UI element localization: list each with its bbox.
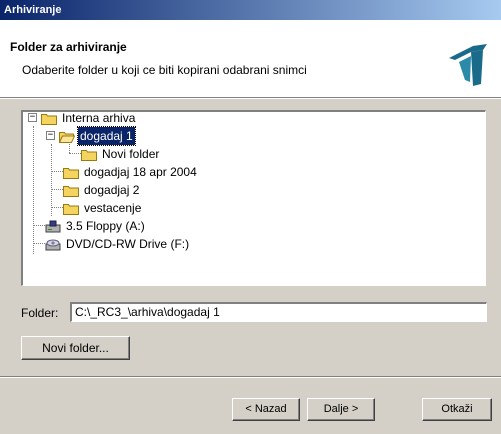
tree-item-dogadaj-1[interactable]: dogadaj 1 (59, 126, 136, 146)
cancel-button[interactable]: Otkaži (422, 398, 492, 421)
folder-open-icon (59, 131, 75, 143)
tree-item-dogadjaj-18-apr-2004[interactable]: dogadjaj 18 apr 2004 (63, 163, 199, 181)
collapse-toggle[interactable]: − (46, 131, 55, 140)
folder-icon (41, 113, 57, 125)
page-title: Folder za arhiviranje (10, 40, 127, 54)
tree-item-label: dogadaj 1 (77, 126, 136, 146)
tree-item-novi-folder[interactable]: Novi folder (81, 145, 161, 163)
tree-item-label: dogadjaj 2 (84, 183, 140, 197)
tree-item-label: Novi folder (102, 147, 160, 161)
window-title: Arhiviranje (0, 0, 501, 20)
tree-item-vestacenje[interactable]: vestacenje (63, 199, 143, 217)
tree-item-label: 3.5 Floppy (A:) (66, 219, 145, 233)
folder-icon (63, 185, 79, 197)
tree-item-dvd-drive[interactable]: DVD/CD-RW Drive (F:) (45, 235, 191, 253)
floppy-drive-icon (45, 220, 61, 232)
collapse-toggle[interactable]: − (28, 113, 37, 122)
tree-item-interna-arhiva[interactable]: Interna arhiva (41, 111, 137, 127)
next-button[interactable]: Dalje > (307, 398, 375, 421)
wizard-header: Folder za arhiviranje Odaberite folder u… (0, 20, 501, 98)
tree-item-dogadjaj-2[interactable]: dogadjaj 2 (63, 181, 141, 199)
folder-icon (63, 167, 79, 179)
folder-field-label: Folder: (21, 306, 59, 320)
folder-tree[interactable]: − − Interna arhiva dogadaj 1 Novi folder… (21, 110, 486, 286)
tree-item-label: Interna arhiva (62, 111, 136, 125)
page-subtitle: Odaberite folder u koji ce biti kopirani… (22, 63, 307, 77)
tree-item-label: DVD/CD-RW Drive (F:) (66, 237, 190, 251)
tree-item-label: vestacenje (84, 201, 142, 215)
back-button[interactable]: < Nazad (232, 398, 300, 421)
archive-logo-icon (449, 44, 487, 86)
tree-item-floppy[interactable]: 3.5 Floppy (A:) (45, 217, 147, 235)
folder-path-input[interactable]: C:\_RC3_\arhiva\dogadaj 1 (70, 302, 487, 322)
tree-item-label: dogadjaj 18 apr 2004 (84, 165, 197, 179)
new-folder-button[interactable]: Novi folder... (21, 336, 130, 360)
folder-icon (63, 203, 79, 215)
folder-icon (81, 149, 97, 161)
cd-drive-icon (45, 239, 61, 250)
